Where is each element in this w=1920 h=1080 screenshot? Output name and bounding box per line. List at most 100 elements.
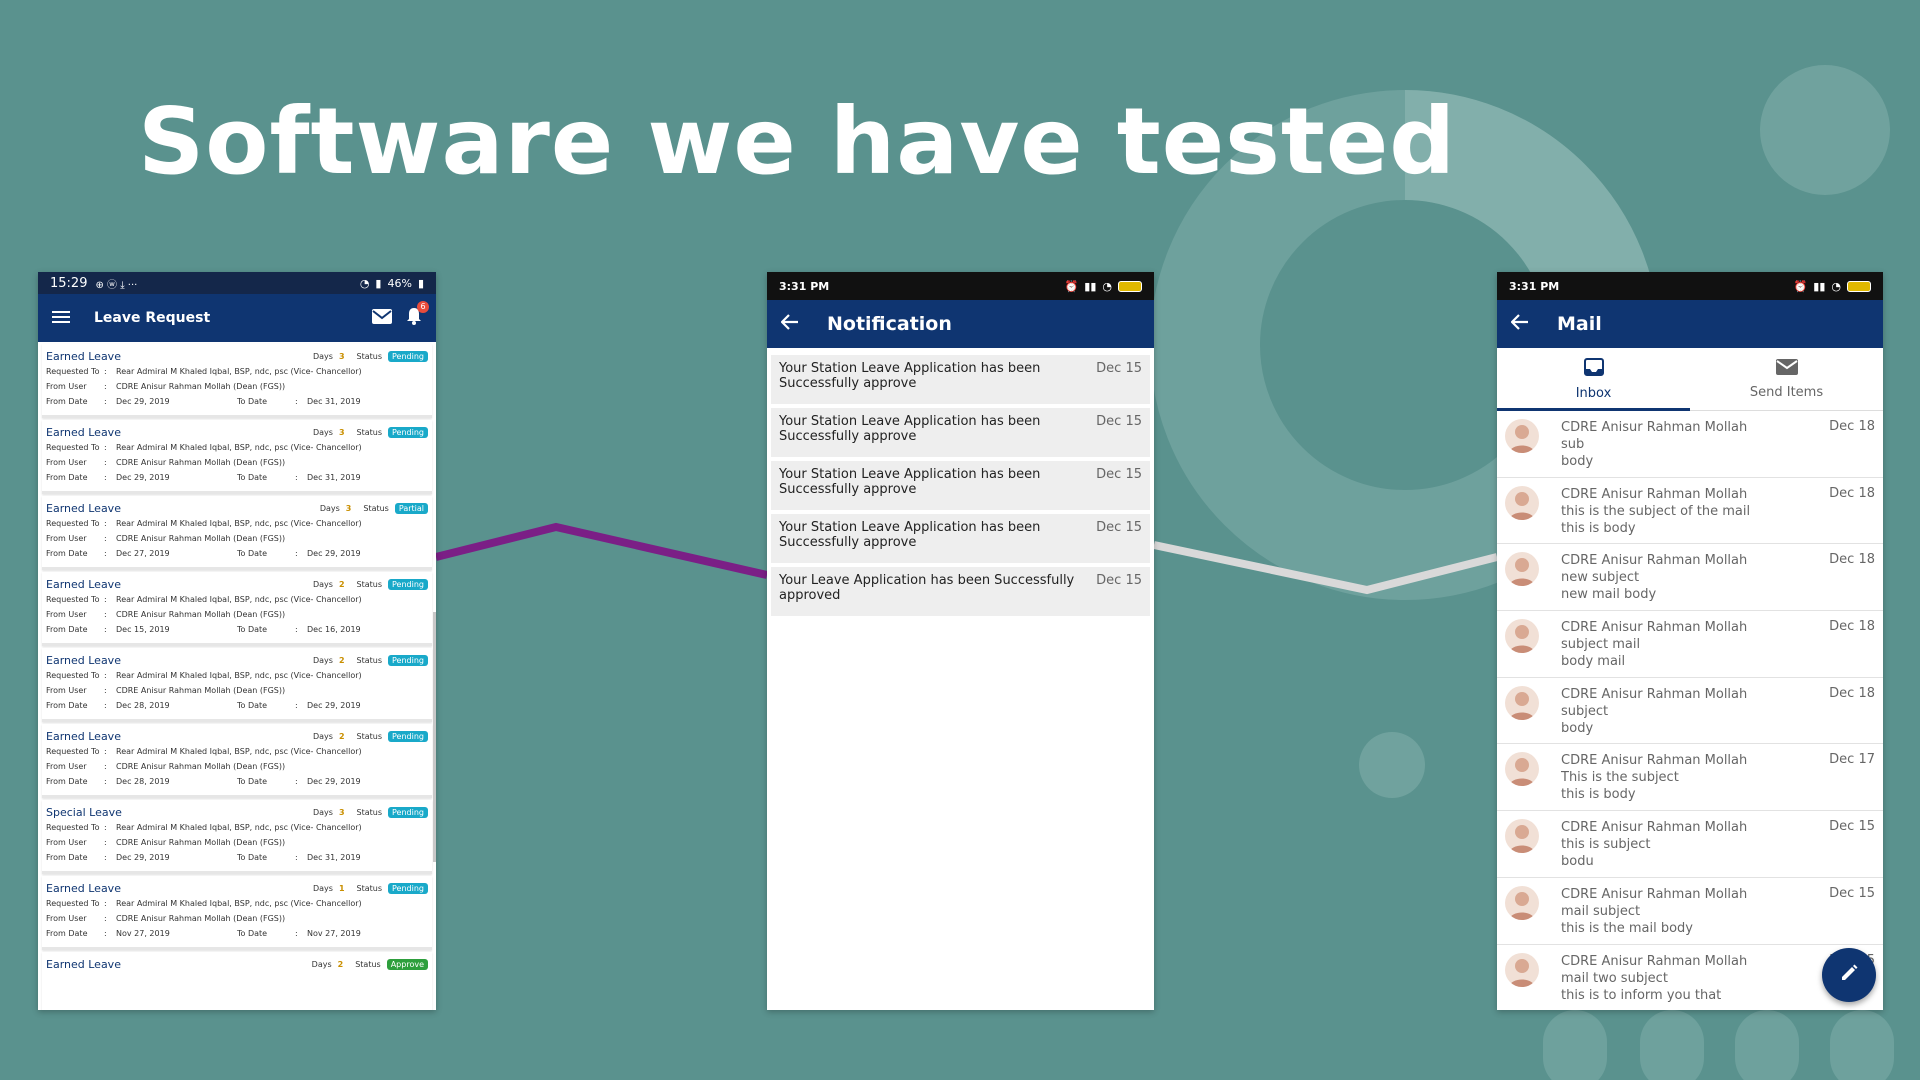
alarm-icon: ⏰ (1793, 279, 1808, 293)
leave-meta: Days 3 Status Pending (313, 427, 428, 438)
battery-icon: ▮ (417, 276, 424, 290)
to-date: To Date: Nov 27, 2019 (237, 929, 428, 938)
avatar (1505, 619, 1539, 654)
mail-body: body (1561, 720, 1594, 736)
mail-content: CDRE Anisur Rahman Mollah subject body (1561, 686, 1825, 744)
leave-request-card[interactable]: Earned Leave Days 3 Status Pending Requested … (42, 420, 432, 494)
leave-request-card[interactable]: Earned Leave Days 3 Status Partial Requested … (42, 496, 432, 570)
to-date-label: To Date (237, 549, 268, 558)
days-value: 3 (338, 808, 345, 817)
days-label: Days (312, 352, 333, 361)
status-badge: Pending (388, 351, 428, 362)
leave-request-card[interactable]: Earned Leave Days 3 Status Pending Requested … (42, 344, 432, 418)
colon: : (295, 625, 298, 634)
days-label: Days (312, 884, 333, 893)
leave-request-card[interactable]: Special Leave Days 3 Status Pending Requested… (42, 800, 432, 874)
from-date-label: From Date (46, 473, 88, 482)
from-date-label: From Date (46, 701, 88, 710)
from-date-value: Dec 29, 2019 (116, 853, 170, 862)
date-row: From Date: Dec 29, 2019 To Date: Dec 31, 20… (46, 850, 428, 865)
avatar (1505, 485, 1539, 520)
avatar (1505, 885, 1539, 920)
leave-meta: Days 1 Status Pending (313, 883, 428, 894)
mail-body: this is body (1561, 787, 1636, 803)
back-arrow-icon[interactable] (780, 314, 799, 334)
from-date-label: From Date (46, 929, 88, 938)
from-user-value: CDRE Anisur Rahman Mollah (Dean (FGS)) (116, 838, 286, 847)
mail-item[interactable]: CDRE Anisur Rahman Mollah this is subject… (1497, 811, 1883, 878)
notification-item[interactable]: Your Leave Application has been Successf… (771, 567, 1150, 616)
mail-body: new mail body (1561, 587, 1657, 603)
status-label: Status (356, 884, 383, 893)
from-user-value: CDRE Anisur Rahman Mollah (Dean (FGS)) (116, 534, 286, 543)
from-user-row: From User: CDRE Anisur Rahman Mollah (Dea… (46, 759, 428, 774)
days-label: Days (312, 580, 333, 589)
notification-date: Dec 15 (1096, 467, 1142, 482)
colon: : (295, 473, 298, 482)
mail-subject: This is the subject (1561, 770, 1679, 786)
back-arrow-icon[interactable] (1510, 314, 1529, 334)
leave-type: Earned Leave (46, 730, 121, 743)
mail-item[interactable]: CDRE Anisur Rahman Mollah subject body Dec … (1497, 678, 1883, 745)
bell-icon[interactable]: 6 (406, 301, 429, 329)
leave-request-card[interactable]: Earned Leave Days 2 Status Approve (42, 952, 432, 1010)
from-date: From Date: Dec 27, 2019 (46, 549, 237, 558)
colon: : (104, 367, 107, 376)
mail-item[interactable]: CDRE Anisur Rahman Mollah subject mail bod… (1497, 611, 1883, 678)
status-icons: ⊕ ⓦ ⤓ ··· (95, 279, 138, 291)
status-time: 3:31 PM (1509, 279, 1560, 293)
mail-item[interactable]: CDRE Anisur Rahman Mollah new subject new … (1497, 544, 1883, 612)
battery-level: 46% (387, 276, 412, 290)
from-user-label: From User (46, 838, 87, 847)
mail-list: CDRE Anisur Rahman Mollah sub body Dec 18 CD… (1497, 411, 1883, 1010)
from-date-value: Dec 29, 2019 (116, 473, 170, 482)
mail-item[interactable]: CDRE Anisur Rahman Mollah This is the sub… (1497, 744, 1883, 812)
colon: : (104, 777, 107, 786)
from-date: From Date: Dec 29, 2019 (46, 473, 237, 482)
tab-inbox[interactable]: Inbox (1497, 348, 1690, 411)
from-user-label: From User (46, 534, 87, 543)
requested-to-label: Requested To (46, 747, 100, 756)
notification-message: Your Station Leave Application has been … (779, 467, 1041, 497)
status-time: 15:29 (50, 275, 88, 291)
tab-send-items[interactable]: Send Items (1690, 348, 1883, 410)
leave-type: Earned Leave (46, 958, 121, 971)
leave-request-card[interactable]: Earned Leave Days 2 Status Pending Requested … (42, 572, 432, 646)
menu-icon[interactable] (52, 309, 70, 328)
notification-item[interactable]: Your Station Leave Application has been … (771, 514, 1150, 563)
card-header-row: Earned Leave Days 2 Status Pending (46, 653, 428, 668)
mail-item[interactable]: CDRE Anisur Rahman Mollah this is the sub… (1497, 478, 1883, 545)
mail-item[interactable]: CDRE Anisur Rahman Mollah sub body Dec 18 (1497, 411, 1883, 478)
notification-item[interactable]: Your Station Leave Application has been … (771, 461, 1150, 510)
from-user-value: CDRE Anisur Rahman Mollah (Dean (FGS)) (116, 762, 286, 771)
requested-to-value: Rear Admiral M Khaled Iqbal, BSP, ndc, p… (116, 443, 362, 452)
mail-body: body (1561, 454, 1594, 469)
leave-request-card[interactable]: Earned Leave Days 1 Status Pending Requested … (42, 876, 432, 950)
notification-item[interactable]: Your Station Leave Application has been … (771, 408, 1150, 457)
notification-item[interactable]: Your Station Leave Application has been … (771, 355, 1150, 404)
tab-inbox-label: Inbox (1575, 385, 1612, 401)
from-date: From Date: Dec 29, 2019 (46, 397, 237, 406)
compose-button[interactable] (1822, 948, 1876, 1002)
date-row: From Date: Dec 29, 2019 To Date: Dec 31, 20… (46, 470, 428, 485)
from-date: From Date: Dec 29, 2019 (46, 853, 237, 862)
days-value: 3 (338, 352, 345, 361)
requested-to-label: Requested To (46, 899, 100, 908)
colon: : (104, 853, 107, 862)
status-label: Status (356, 428, 383, 437)
to-date: To Date: Dec 31, 2019 (237, 473, 428, 482)
from-date-label: From Date (46, 777, 88, 786)
days-value: 2 (338, 732, 345, 741)
mail-icon[interactable] (372, 308, 392, 328)
from-user-label: From User (46, 686, 87, 695)
mail-item[interactable]: CDRE Anisur Rahman Mollah mail subject thi… (1497, 878, 1883, 945)
avatar (1505, 685, 1539, 720)
mail-content: CDRE Anisur Rahman Mollah this is subject… (1561, 819, 1825, 877)
leave-request-card[interactable]: Earned Leave Days 2 Status Pending Requested … (42, 724, 432, 798)
from-user-row: From User: CDRE Anisur Rahman Mollah (Dea… (46, 531, 428, 546)
colon: : (104, 595, 107, 604)
leave-request-list: Earned Leave Days 3 Status Pending Requested … (38, 342, 436, 1010)
leave-request-card[interactable]: Earned Leave Days 2 Status Pending Requested … (42, 648, 432, 722)
scrollbar[interactable] (433, 612, 436, 862)
from-date-label: From Date (46, 625, 88, 634)
